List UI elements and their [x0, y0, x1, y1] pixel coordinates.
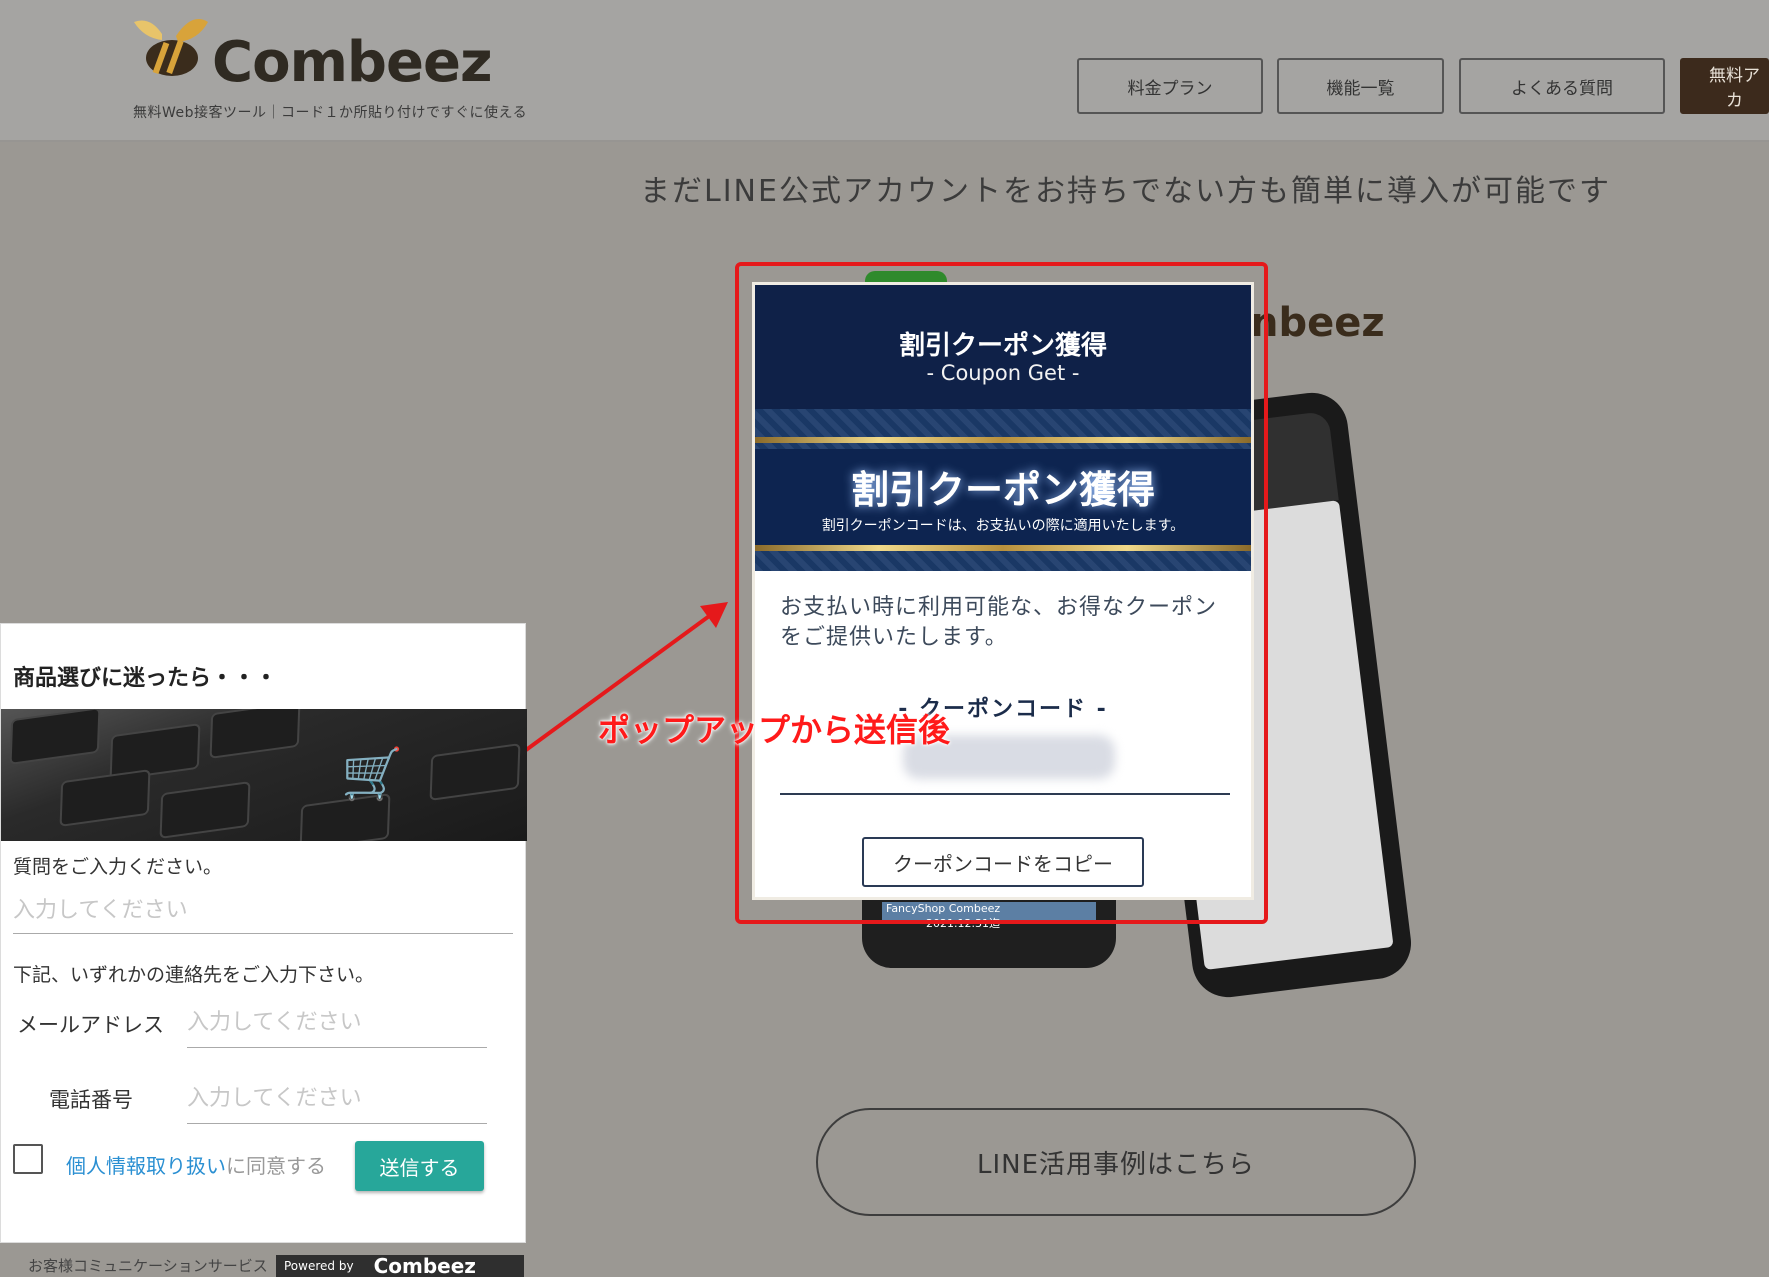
coupon-banner: 割引クーポン獲得 割引クーポンコードは、お支払いの際に適用いたします。 [755, 409, 1251, 571]
tagline: 無料Web接客ツール｜コード１か所貼り付けですぐに使える [133, 105, 528, 121]
widget-title: 商品選びに迷ったら・・・ [13, 666, 278, 691]
annotation-label: ポップアップから送信後 [598, 711, 951, 749]
email-label: メールアドレス [17, 1013, 164, 1037]
site-header: Combeez 無料Web接客ツール｜コード１か所貼り付けですぐに使える 料金プ… [0, 0, 1769, 142]
logo-text: Combeez [212, 30, 493, 95]
nav-pricing-button[interactable]: 料金プラン [1077, 58, 1263, 114]
line-cases-button[interactable]: LINE活用事例はこちら [816, 1108, 1416, 1216]
banner-title: 割引クーポン獲得 [850, 467, 1155, 512]
copy-coupon-button[interactable]: クーポンコードをコピー [862, 837, 1144, 887]
keyboard-key [159, 781, 251, 839]
cart-icon: 🛒 [341, 745, 404, 803]
powered-by-badge[interactable]: Powered by Combeez [276, 1254, 524, 1277]
email-input[interactable] [187, 998, 487, 1048]
banner-gold-line-top [755, 437, 1251, 443]
nav-features-button[interactable]: 機能一覧 [1277, 58, 1444, 114]
combeez-logo[interactable]: Combeez [132, 8, 493, 100]
phone-input[interactable] [187, 1074, 487, 1124]
keyboard-key [59, 769, 151, 827]
question-label: 質問をご入力ください。 [13, 856, 223, 878]
lead-text: まだLINE公式アカウントをお持ちでない方も簡単に導入が可能です [640, 174, 1611, 209]
widget-footer-text: お客様コミュニケーションサービス [28, 1257, 268, 1275]
banner-inner: 割引クーポン獲得 割引クーポンコードは、お支払いの際に適用いたします。 [755, 449, 1251, 545]
mock-logo-fragment: nbeez [1250, 300, 1385, 346]
contact-note: 下記、いずれかの連絡先をご入力下さい。 [13, 964, 375, 986]
powered-by-label: Powered by [284, 1259, 354, 1273]
phone-label: 電話番号 [49, 1088, 133, 1112]
powered-by-logo: Combeez [373, 1254, 476, 1277]
popup-subtitle: - Coupon Get - [926, 361, 1080, 385]
send-button[interactable]: 送信する [355, 1141, 484, 1191]
bee-icon [134, 19, 208, 76]
privacy-agree-text: 個人情報取り扱いに同意する [66, 1150, 326, 1179]
coupon-code-underline [780, 793, 1230, 795]
coupon-popup: 割引クーポン獲得 - Coupon Get - 割引クーポン獲得 割引クーポンコ… [752, 282, 1254, 900]
keyboard-key [209, 709, 301, 759]
privacy-policy-link[interactable]: 個人情報取り扱い [66, 1154, 226, 1178]
popup-header: 割引クーポン獲得 - Coupon Get - [755, 285, 1251, 409]
keyboard-cart-image: 🛒 [1, 709, 527, 841]
popup-description: お支払い時に利用可能な、お得なクーポンをご提供いたします。 [780, 595, 1218, 650]
keyboard-key [9, 709, 101, 765]
popup-title: 割引クーポン獲得 [898, 331, 1107, 361]
question-input[interactable] [13, 888, 513, 934]
keyboard-key [429, 743, 521, 801]
agree-label: に同意する [226, 1154, 326, 1178]
chat-widget: 商品選びに迷ったら・・・ 🛒 質問をご入力ください。 下記、いずれかの連絡先をご… [0, 623, 527, 1243]
banner-gold-line-bottom [755, 545, 1251, 551]
banner-note: 割引クーポンコードは、お支払いの際に適用いたします。 [821, 518, 1185, 534]
nav-free-account-button[interactable]: 無料アカ [1680, 58, 1769, 114]
privacy-checkbox[interactable] [13, 1144, 43, 1174]
nav-faq-button[interactable]: よくある質問 [1459, 58, 1665, 114]
